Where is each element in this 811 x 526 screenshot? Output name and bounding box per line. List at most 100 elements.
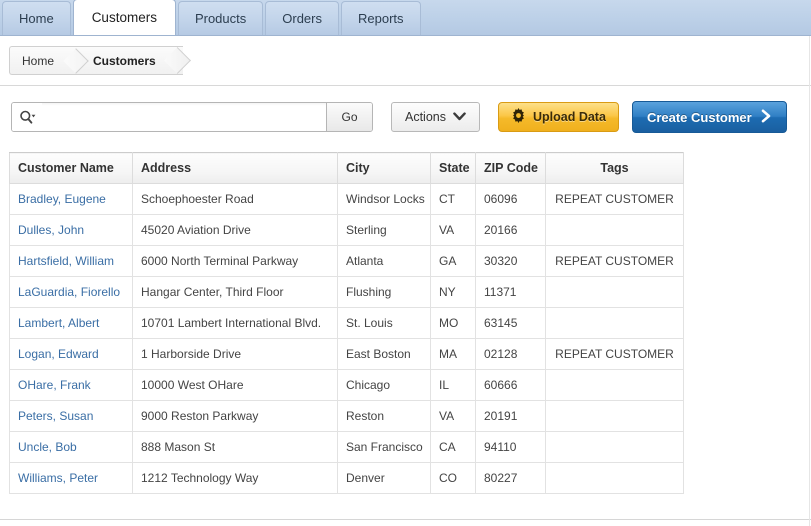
tab-home[interactable]: Home xyxy=(2,1,71,35)
customer-name-link[interactable]: Lambert, Albert xyxy=(18,316,99,330)
cell-customer-name: Hartsfield, William xyxy=(9,245,133,277)
tab-orders[interactable]: Orders xyxy=(265,1,339,35)
cell-customer-name: Bradley, Eugene xyxy=(9,183,133,215)
table-header-row: Customer Name Address City State ZIP Code Tag… xyxy=(9,152,684,184)
cell-zip: 20191 xyxy=(475,400,546,432)
table-row: Lambert, Albert 10701 Lambert Internation… xyxy=(9,307,684,339)
cell-state: CT xyxy=(430,183,476,215)
cell-tags xyxy=(545,276,684,308)
cell-state: NY xyxy=(430,276,476,308)
breadcrumb-end-arrow-icon xyxy=(170,47,183,74)
cell-tags xyxy=(545,400,684,432)
cell-tags xyxy=(545,431,684,463)
cell-address: 45020 Aviation Drive xyxy=(132,214,338,246)
cell-address: Hangar Center, Third Floor xyxy=(132,276,338,308)
upload-data-button[interactable]: Upload Data xyxy=(498,102,619,132)
cell-state: MO xyxy=(430,307,476,339)
gear-icon xyxy=(511,108,526,126)
cell-customer-name: Uncle, Bob xyxy=(9,431,133,463)
tab-reports[interactable]: Reports xyxy=(341,1,421,35)
cell-tags xyxy=(545,369,684,401)
customer-name-link[interactable]: Peters, Susan xyxy=(18,409,93,423)
cell-city: San Francisco xyxy=(337,431,431,463)
customer-name-link[interactable]: Williams, Peter xyxy=(18,471,98,485)
cell-city: Flushing xyxy=(337,276,431,308)
page-right-divider xyxy=(809,36,810,526)
customer-name-link[interactable]: LaGuardia, Fiorello xyxy=(18,285,120,299)
cell-address: 6000 North Terminal Parkway xyxy=(132,245,338,277)
cell-customer-name: Logan, Edward xyxy=(9,338,133,370)
cell-tags xyxy=(545,462,684,494)
cell-city: St. Louis xyxy=(337,307,431,339)
cell-customer-name: LaGuardia, Fiorello xyxy=(9,276,133,308)
table-row: Logan, Edward 1 Harborside Drive East Bost… xyxy=(9,338,684,370)
tab-label: Reports xyxy=(358,11,404,26)
tab-customers[interactable]: Customers xyxy=(72,0,176,35)
cell-customer-name: Peters, Susan xyxy=(9,400,133,432)
cell-city: Denver xyxy=(337,462,431,494)
column-header-zip-code[interactable]: ZIP Code xyxy=(475,152,546,184)
cell-zip: 06096 xyxy=(475,183,546,215)
customer-name-link[interactable]: Dulles, John xyxy=(18,223,84,237)
column-header-tags[interactable]: Tags xyxy=(545,152,684,184)
tab-label: Home xyxy=(19,11,54,26)
create-customer-button[interactable]: Create Customer xyxy=(631,101,787,133)
cell-address: 1212 Technology Way xyxy=(132,462,338,494)
breadcrumb: Home Customers xyxy=(9,46,183,75)
table-header: Customer Name Address City State ZIP Code Tag… xyxy=(9,152,684,184)
customer-name-link[interactable]: Hartsfield, William xyxy=(18,254,114,268)
breadcrumb-item-customers: Customers xyxy=(93,53,156,68)
cell-city: Chicago xyxy=(337,369,431,401)
cell-state: VA xyxy=(430,400,476,432)
cell-tags: REPEAT CUSTOMER xyxy=(545,183,684,215)
breadcrumb-separator-icon xyxy=(68,47,81,74)
breadcrumb-item-home[interactable]: Home xyxy=(10,47,68,74)
cell-state: CA xyxy=(430,431,476,463)
cell-address: 10701 Lambert International Blvd. xyxy=(132,307,338,339)
go-button[interactable]: Go xyxy=(326,103,372,131)
cell-zip: 02128 xyxy=(475,338,546,370)
cell-zip: 30320 xyxy=(475,245,546,277)
column-header-city[interactable]: City xyxy=(337,152,431,184)
cell-state: GA xyxy=(430,245,476,277)
column-header-address[interactable]: Address xyxy=(132,152,338,184)
table-row: LaGuardia, Fiorello Hangar Center, Third … xyxy=(9,276,684,308)
cell-zip: 80227 xyxy=(475,462,546,494)
create-customer-label: Create Customer xyxy=(646,109,752,125)
main-tab-bar: Home Customers Products Orders Reports xyxy=(0,0,811,36)
cell-state: MA xyxy=(430,338,476,370)
search-icon[interactable] xyxy=(12,103,42,131)
cell-customer-name: Dulles, John xyxy=(9,214,133,246)
customer-name-link[interactable]: Bradley, Eugene xyxy=(18,192,106,206)
cell-city: Sterling xyxy=(337,214,431,246)
tab-products[interactable]: Products xyxy=(177,1,264,35)
cell-address: 10000 West OHare xyxy=(132,369,338,401)
cell-tags: REPEAT CUSTOMER xyxy=(545,245,684,277)
cell-state: IL xyxy=(430,369,476,401)
chevron-down-icon xyxy=(453,110,466,124)
column-header-state[interactable]: State xyxy=(430,152,476,184)
cell-address: 9000 Reston Parkway xyxy=(132,400,338,432)
customers-table: Customer Name Address City State ZIP Code Tag… xyxy=(9,152,684,494)
column-header-customer-name[interactable]: Customer Name xyxy=(9,152,133,184)
page-bottom-divider xyxy=(0,519,811,520)
cell-address: 888 Mason St xyxy=(132,431,338,463)
upload-data-label: Upload Data xyxy=(533,110,606,124)
tab-label: Orders xyxy=(282,11,322,26)
tab-label: Customers xyxy=(91,10,157,25)
cell-city: Windsor Locks xyxy=(337,183,431,215)
search-input[interactable] xyxy=(42,103,326,131)
customer-name-link[interactable]: Uncle, Bob xyxy=(18,440,77,454)
cell-address: Schoephoester Road xyxy=(132,183,338,215)
table-row: Dulles, John 45020 Aviation Drive Sterling… xyxy=(9,214,684,246)
cell-zip: 94110 xyxy=(475,431,546,463)
customer-name-link[interactable]: Logan, Edward xyxy=(18,347,99,361)
actions-button[interactable]: Actions xyxy=(391,102,480,132)
cell-customer-name: Williams, Peter xyxy=(9,462,133,494)
cell-tags: REPEAT CUSTOMER xyxy=(545,338,684,370)
search-box: Go xyxy=(11,102,373,132)
customer-name-link[interactable]: OHare, Frank xyxy=(18,378,91,392)
chevron-right-icon xyxy=(761,108,772,126)
cell-zip: 20166 xyxy=(475,214,546,246)
table-row: Bradley, Eugene Schoephoester Road Windsor… xyxy=(9,183,684,215)
